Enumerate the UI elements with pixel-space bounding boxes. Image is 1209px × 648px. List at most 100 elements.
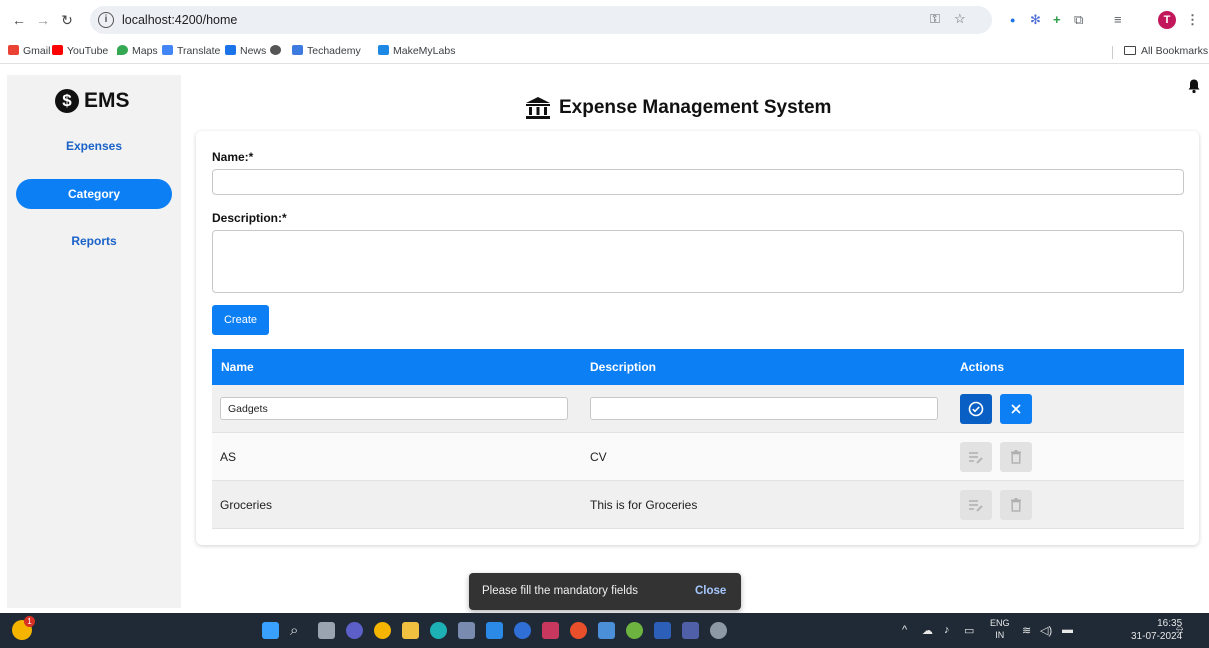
edit-button[interactable]	[960, 442, 992, 472]
cancel-button[interactable]	[1000, 394, 1032, 424]
onedrive-icon[interactable]: ☁	[922, 624, 933, 637]
edge-icon[interactable]	[430, 622, 447, 639]
sidebar-item-category[interactable]: Category	[16, 179, 172, 209]
extension-plus-icon[interactable]: +	[1053, 11, 1061, 29]
page-title: Expense Management System	[559, 97, 832, 118]
url-text: localhost:4200/home	[122, 13, 238, 27]
table-header: Name Description Actions	[212, 349, 1184, 385]
windows-start-icon[interactable]	[262, 622, 279, 639]
bookmark-youtube[interactable]: YouTube	[52, 45, 108, 57]
category-form-card: Name:* Description:* Create Name Descrip…	[196, 131, 1199, 545]
wifi-icon[interactable]: ≋	[1022, 624, 1031, 637]
name-input[interactable]	[212, 169, 1184, 195]
chrome-icon[interactable]	[374, 622, 391, 639]
dollar-coin-icon: $	[55, 89, 79, 113]
remote-desktop-icon[interactable]	[682, 622, 699, 639]
trash-icon	[1011, 498, 1021, 512]
bookmark-news[interactable]: News	[225, 45, 266, 57]
volume-icon[interactable]: ◁)	[1040, 624, 1052, 637]
settings-gear-icon[interactable]	[710, 622, 727, 639]
profile-avatar[interactable]: T	[1158, 11, 1176, 29]
bookmark-translate[interactable]: Translate	[162, 45, 220, 57]
spring-tools-icon[interactable]	[626, 622, 643, 639]
edit-description-input[interactable]	[590, 397, 938, 420]
reading-list-icon[interactable]: ≡	[1114, 11, 1122, 29]
globe-icon	[270, 45, 281, 55]
microphone-icon[interactable]: ♪	[944, 624, 950, 636]
reload-icon[interactable]: ↻	[58, 11, 76, 29]
trash-icon	[1011, 450, 1021, 464]
chat-icon[interactable]	[346, 622, 363, 639]
snackbar: Please fill the mandatory fields Close	[469, 573, 741, 610]
edit-name-input[interactable]	[220, 397, 568, 420]
description-textarea[interactable]	[212, 230, 1184, 293]
notifications-bell-icon[interactable]: ⍾	[1176, 624, 1183, 637]
edit-button[interactable]	[960, 490, 992, 520]
keyboard-icon[interactable]: ▭	[964, 624, 974, 637]
mysql-icon[interactable]	[598, 622, 615, 639]
bookmark-makemylabs[interactable]: MakeMyLabs	[378, 45, 455, 57]
task-view-icon[interactable]	[318, 622, 335, 639]
forward-icon[interactable]: →	[34, 11, 52, 29]
bookmark-techademy[interactable]: Techademy	[292, 45, 361, 57]
sidebar-item-reports[interactable]: Reports	[16, 226, 172, 256]
name-label: Name:*	[212, 150, 254, 164]
save-button[interactable]	[960, 394, 992, 424]
bookmark-star-icon[interactable]: ☆	[954, 11, 966, 27]
all-bookmarks[interactable]: All Bookmarks	[1124, 45, 1208, 57]
bank-icon	[526, 97, 550, 119]
browser-toolbar: ← → ↻ i localhost:4200/home ⚿ ☆ ● ✻ + ⧉ …	[0, 0, 1209, 40]
extensions-puzzle-icon[interactable]: ⧉	[1074, 11, 1083, 29]
vscode-icon[interactable]	[486, 622, 503, 639]
bookmarks-separator	[1112, 46, 1113, 59]
tray-chevron-icon[interactable]: ^	[902, 624, 907, 636]
sidebar-item-expenses[interactable]: Expenses	[16, 131, 172, 161]
battery-icon[interactable]: ▬	[1062, 624, 1073, 636]
column-header-actions: Actions	[960, 360, 1005, 374]
word-icon[interactable]	[654, 622, 671, 639]
folder-icon	[1124, 46, 1136, 55]
news-icon	[225, 45, 236, 55]
snackbar-close-button[interactable]: Close	[695, 585, 726, 597]
table-row: Groceries This is for Groceries	[212, 481, 1184, 529]
check-circle-icon	[968, 401, 984, 417]
mcafee-icon[interactable]	[542, 622, 559, 639]
delete-button[interactable]	[1000, 442, 1032, 472]
makemylabs-icon	[378, 45, 389, 55]
column-header-name: Name	[221, 360, 254, 374]
postman-icon[interactable]	[570, 622, 587, 639]
sidebar: $ EMS Expenses Category Reports	[7, 75, 181, 608]
close-icon	[1011, 404, 1021, 414]
search-icon[interactable]: ⌕	[290, 622, 307, 639]
bookmarks-bar: Gmail YouTube Maps Translate News Techad…	[0, 40, 1209, 64]
eclipse-icon[interactable]	[514, 622, 531, 639]
delete-button[interactable]	[1000, 490, 1032, 520]
snackbar-message: Please fill the mandatory fields	[482, 585, 638, 597]
translate-icon	[162, 45, 173, 55]
site-info-icon[interactable]: i	[98, 12, 114, 28]
bookmark-gmail[interactable]: Gmail	[8, 45, 50, 57]
table-row-editing	[212, 385, 1184, 433]
language-indicator[interactable]: ENG IN	[990, 617, 1010, 641]
password-key-icon[interactable]: ⚿	[930, 11, 940, 27]
bookmark-globe[interactable]	[270, 45, 285, 57]
bookmark-maps[interactable]: Maps	[117, 45, 158, 57]
store-icon[interactable]	[458, 622, 475, 639]
system-clock[interactable]: 16:35 31-07-2024	[1131, 617, 1182, 643]
back-icon[interactable]: ←	[10, 11, 28, 29]
description-label: Description:*	[212, 211, 287, 225]
edit-note-icon	[969, 452, 983, 464]
file-explorer-icon[interactable]	[402, 622, 419, 639]
create-button[interactable]: Create	[212, 305, 269, 335]
table-row: AS CV	[212, 433, 1184, 481]
bell-icon[interactable]	[1187, 78, 1201, 94]
row-description: CV	[590, 450, 607, 464]
page-header: Expense Management System	[525, 93, 831, 123]
gmail-icon	[8, 45, 19, 55]
maps-icon	[117, 45, 128, 55]
row-description: This is for Groceries	[590, 498, 698, 512]
address-bar[interactable]: i localhost:4200/home ⚿ ☆	[90, 6, 992, 34]
extension-dot-icon[interactable]: ●	[1010, 11, 1015, 29]
extension-gear-icon[interactable]: ✻	[1030, 11, 1041, 29]
browser-menu-icon[interactable]: ⋮	[1186, 11, 1199, 29]
